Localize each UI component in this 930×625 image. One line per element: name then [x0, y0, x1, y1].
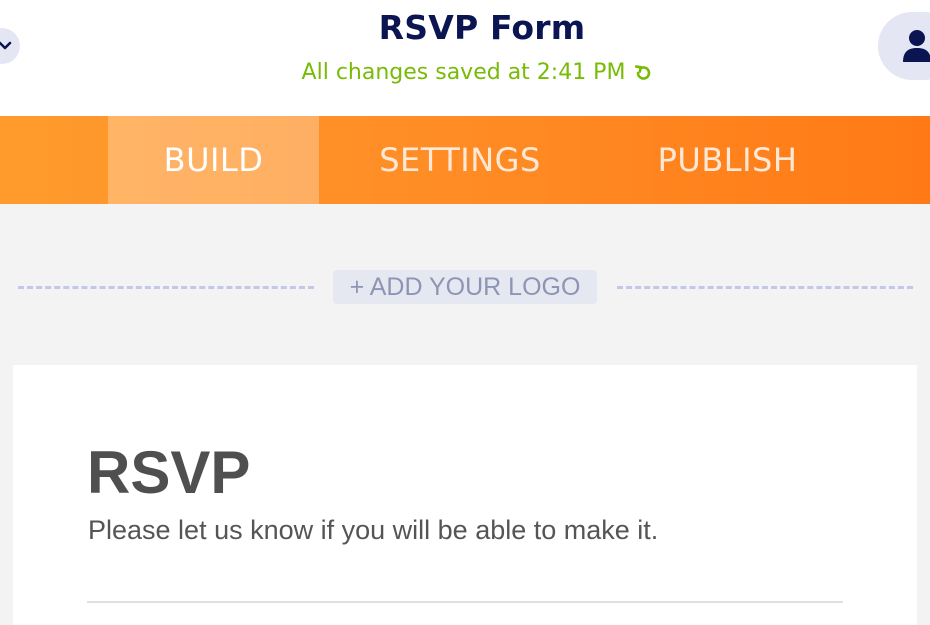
save-status: All changes saved at 2:41 PM: [0, 60, 930, 85]
builder-tabs: BUILD SETTINGS PUBLISH: [0, 116, 930, 204]
heading-divider: [87, 601, 843, 603]
logo-divider-right: [617, 286, 913, 289]
form-header: RSVP Form All changes saved at 2:41 PM: [0, 0, 930, 116]
logo-divider-left: [18, 286, 314, 289]
tab-settings[interactable]: SETTINGS: [350, 116, 570, 204]
form-card: RSVP Please let us know if you will be a…: [13, 365, 917, 625]
form-title[interactable]: RSVP Form: [0, 8, 930, 47]
tab-publish[interactable]: PUBLISH: [620, 116, 835, 204]
form-subheading[interactable]: Please let us know if you will be able t…: [88, 514, 658, 546]
form-heading[interactable]: RSVP: [87, 443, 250, 503]
save-status-text: All changes saved at 2:41 PM: [301, 60, 626, 85]
refresh-icon[interactable]: [633, 63, 653, 83]
tab-build[interactable]: BUILD: [108, 116, 319, 204]
add-logo-button[interactable]: + ADD YOUR LOGO: [333, 270, 597, 304]
